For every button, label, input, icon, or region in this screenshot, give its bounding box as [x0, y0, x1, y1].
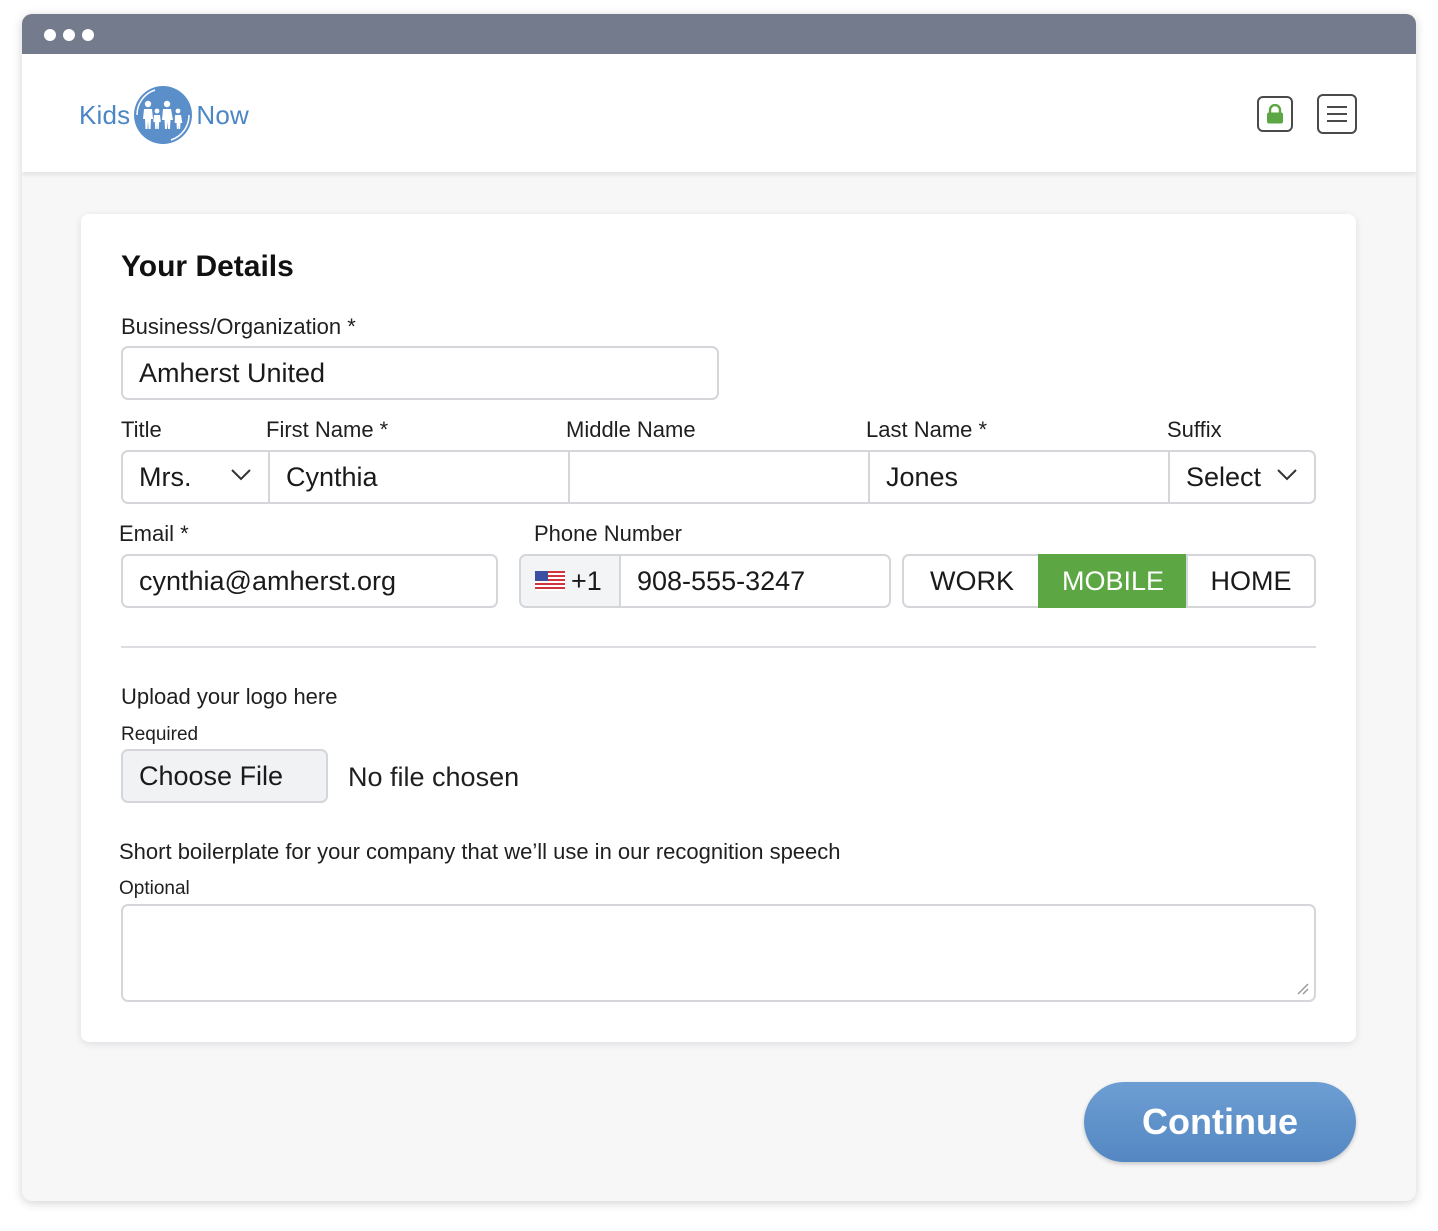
chevron-down-icon [231, 469, 251, 481]
business-label: Business/Organization * [121, 314, 356, 339]
continue-button[interactable]: Continue [1084, 1082, 1356, 1162]
boilerplate-optional-label: Optional [119, 878, 190, 899]
lock-button[interactable] [1257, 96, 1293, 132]
email-input[interactable]: cynthia@amherst.org [121, 554, 498, 608]
menu-button[interactable] [1317, 94, 1357, 134]
business-value: Amherst United [139, 357, 326, 388]
first-name-label: First Name * [266, 417, 389, 442]
menu-icon [1327, 106, 1347, 122]
file-status: No file chosen [348, 762, 520, 792]
country-code-select[interactable]: +1 [519, 554, 621, 608]
first-name-value: Cynthia [286, 461, 378, 492]
middle-name-input[interactable] [568, 450, 870, 504]
phone-type-mobile[interactable]: MOBILE [1038, 554, 1188, 608]
upload-label: Upload your logo here [121, 684, 338, 709]
window-dot [44, 29, 56, 41]
suffix-select[interactable]: Select [1168, 450, 1316, 504]
boilerplate-textarea[interactable] [121, 904, 1316, 1002]
phone-value: 908-555-3247 [637, 565, 806, 596]
phone-type-mobile-label: MOBILE [1061, 565, 1165, 596]
title-select[interactable]: Mrs. [121, 450, 270, 504]
phone-type-work-label: WORK [930, 565, 1014, 596]
title-label: Title [121, 417, 162, 442]
email-value: cynthia@amherst.org [139, 565, 397, 596]
choose-file-button[interactable]: Choose File [121, 749, 328, 803]
page-title: Your Details [121, 250, 294, 283]
logo-text-right: Now [196, 99, 250, 130]
browser-window: Kids Now Your Details Business/Organizat… [22, 14, 1416, 1201]
phone-type-work[interactable]: WORK [902, 554, 1040, 608]
window-dot [63, 29, 75, 41]
site-header: Kids Now [22, 54, 1416, 172]
details-card: Your Details Business/Organization * Amh… [81, 214, 1356, 1042]
suffix-value: Select [1186, 461, 1262, 492]
logo-text-left: Kids [79, 99, 131, 130]
title-value: Mrs. [139, 461, 192, 492]
kids-now-logo[interactable]: Kids Now [79, 84, 249, 146]
middle-name-label: Middle Name [566, 417, 696, 442]
last-name-input[interactable]: Jones [868, 450, 1170, 504]
family-icon [134, 86, 193, 144]
chevron-down-icon [1277, 469, 1297, 481]
business-input[interactable]: Amherst United [121, 346, 719, 400]
window-dot [82, 29, 94, 41]
window-titlebar [22, 14, 1416, 54]
phone-label: Phone Number [534, 521, 682, 546]
phone-type-home-label: HOME [1210, 565, 1292, 596]
country-code-value: +1 [571, 565, 602, 596]
section-divider [121, 646, 1316, 648]
last-name-value: Jones [886, 461, 959, 492]
phone-type-home[interactable]: HOME [1186, 554, 1316, 608]
phone-input[interactable]: 908-555-3247 [619, 554, 891, 608]
email-label: Email * [119, 521, 189, 546]
choose-file-label: Choose File [139, 760, 284, 791]
last-name-label: Last Name * [866, 417, 988, 442]
first-name-input[interactable]: Cynthia [268, 450, 570, 504]
upload-required-label: Required [121, 724, 199, 745]
boilerplate-label: Short boilerplate for your company that … [119, 839, 841, 864]
lock-icon [1267, 104, 1283, 124]
suffix-label: Suffix [1167, 417, 1222, 442]
resize-handle-icon[interactable] [1294, 980, 1310, 996]
us-flag-icon [535, 571, 565, 591]
